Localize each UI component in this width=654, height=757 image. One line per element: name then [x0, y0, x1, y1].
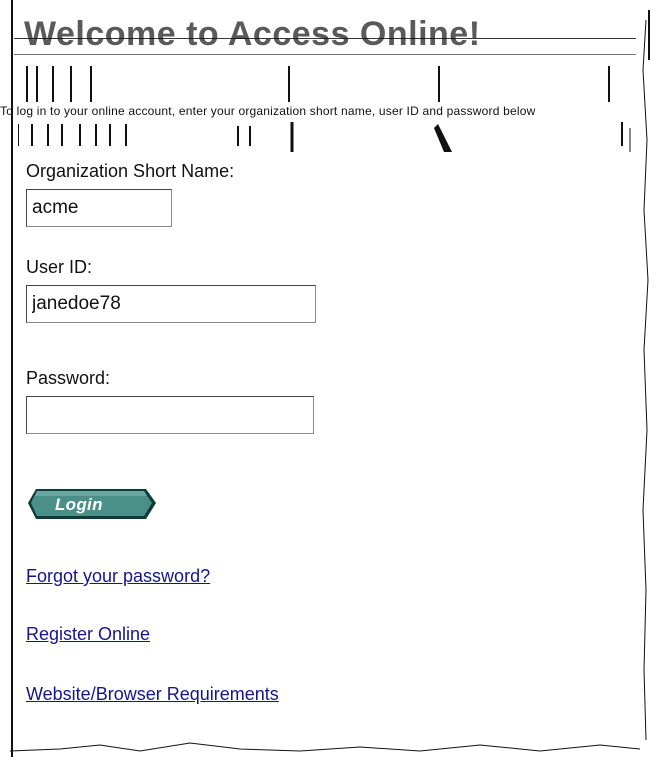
- organization-label: Organization Short Name:: [26, 161, 235, 181]
- header-decoration: [18, 66, 638, 108]
- requirements-link[interactable]: Website/Browser Requirements: [26, 684, 279, 705]
- header-mark: [288, 66, 290, 102]
- header-mark: [26, 66, 28, 102]
- header-divider-middle: [14, 54, 636, 55]
- login-button-label: Login: [55, 495, 103, 514]
- bottom-edge-decoration: [9, 742, 641, 752]
- header-divider-top: [14, 38, 636, 39]
- header-instructions: To log in to your online account, enter …: [0, 104, 536, 118]
- register-online-link[interactable]: Register Online: [26, 624, 150, 645]
- password-input[interactable]: [26, 396, 314, 434]
- header-mark: [70, 66, 72, 102]
- password-label: Password:: [26, 368, 111, 388]
- header-mark: [438, 66, 440, 102]
- login-button[interactable]: Login: [26, 487, 158, 521]
- header-decoration-lower: [18, 122, 631, 152]
- header-mark: [52, 66, 54, 102]
- forgot-password-link[interactable]: Forgot your password?: [26, 566, 210, 587]
- login-page: Welcome to Access Online! To log in to y…: [0, 0, 654, 757]
- organization-input[interactable]: [26, 189, 172, 227]
- login-form: Organization Short Name: User ID: Passwo…: [26, 159, 586, 434]
- user-id-input[interactable]: [26, 285, 316, 323]
- right-edge-decoration: [642, 10, 650, 741]
- header-mark: [36, 66, 38, 102]
- page-title: Welcome to Access Online!: [24, 15, 481, 53]
- login-button-wrapper: Login: [26, 487, 162, 525]
- header-mark: [608, 66, 610, 102]
- header-mark: [90, 66, 92, 102]
- user-id-label: User ID:: [26, 257, 93, 277]
